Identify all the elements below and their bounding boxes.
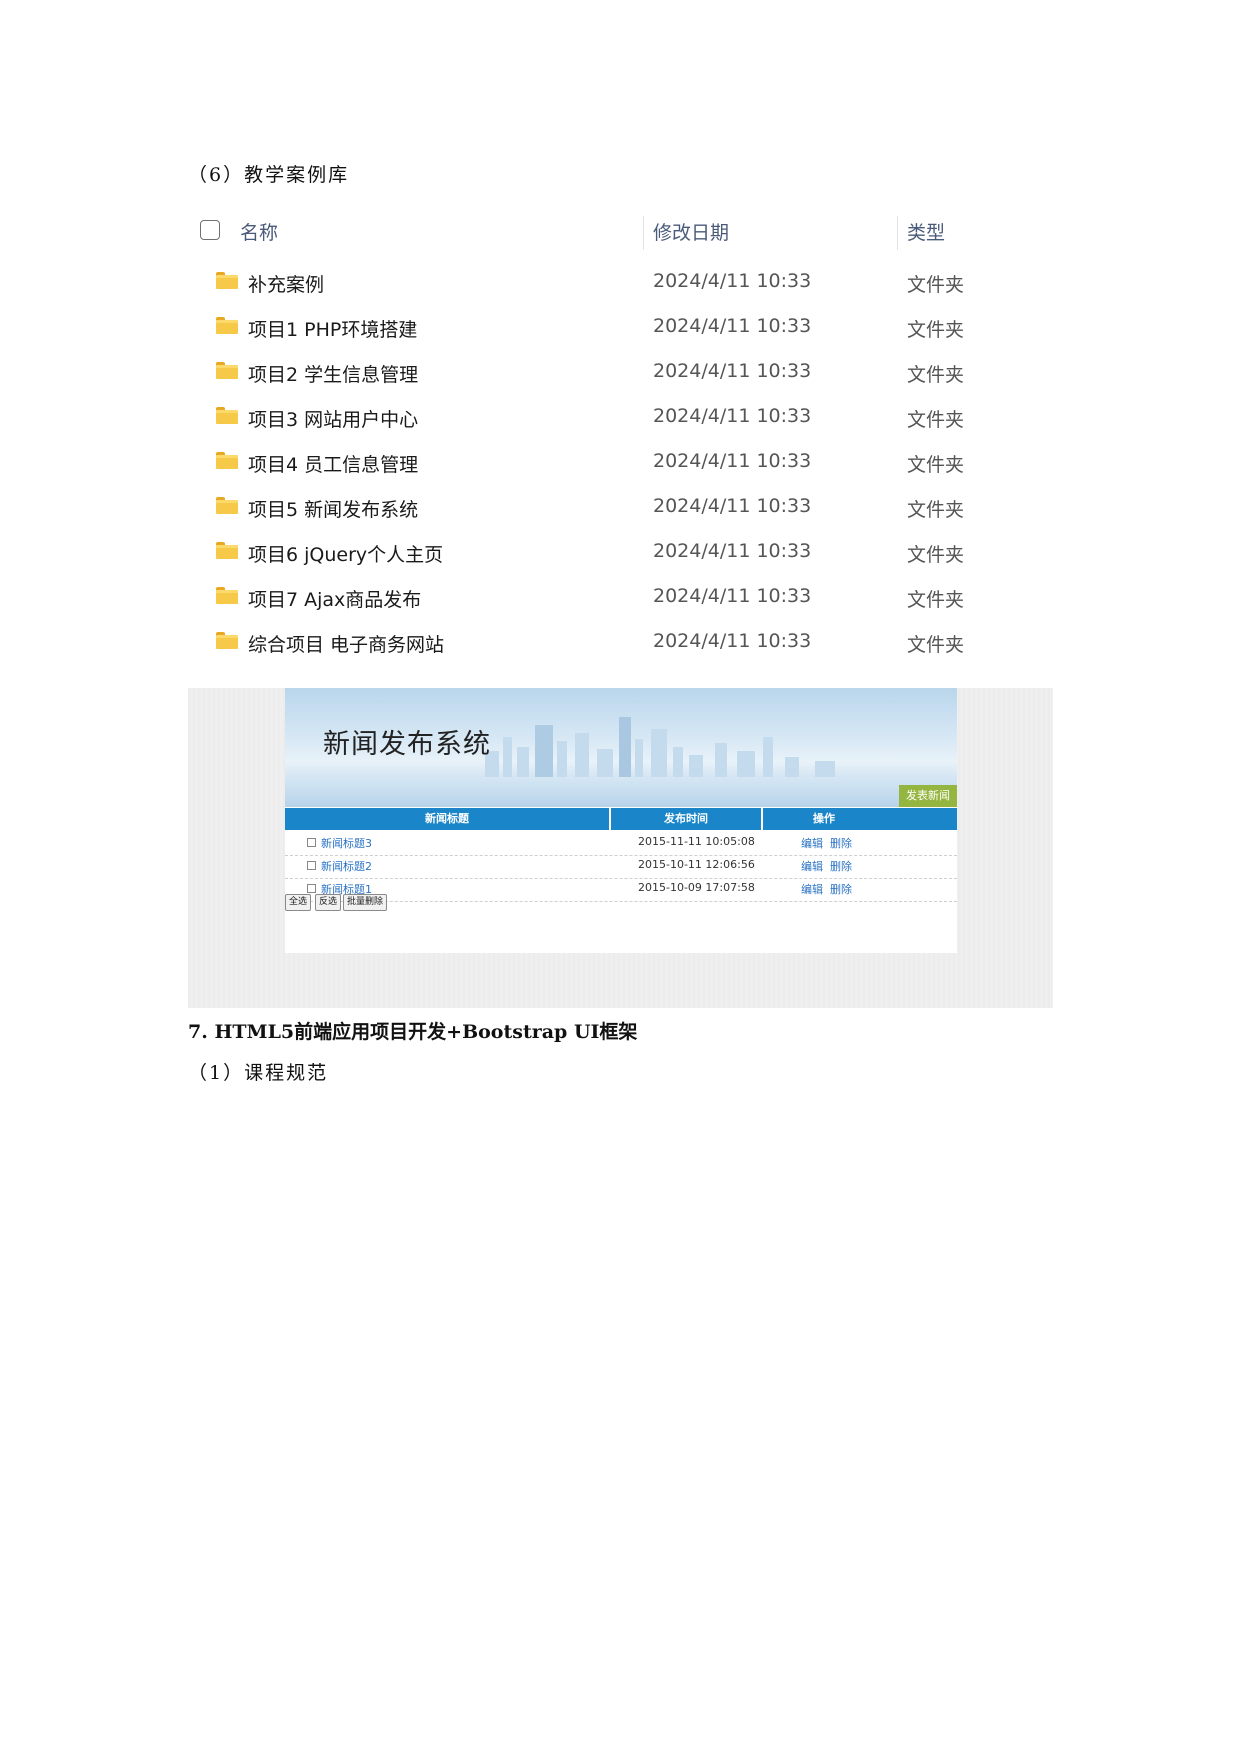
- delete-link[interactable]: 删除: [830, 881, 852, 897]
- section-heading-7: 7. HTML5前端应用项目开发+Bootstrap UI框架: [188, 1021, 638, 1043]
- news-time: 2015-10-09 17:07:58: [638, 881, 755, 894]
- file-row[interactable]: 项目1 PHP环境搭建 2024/4/11 10:33 文件夹: [188, 307, 1008, 347]
- subsection-heading: （1）课程规范: [188, 1062, 329, 1084]
- news-table-header: 新闻标题 发布时间 操作: [285, 808, 957, 830]
- file-date: 2024/4/11 10:33: [653, 585, 812, 607]
- file-row[interactable]: 项目5 新闻发布系统 2024/4/11 10:33 文件夹: [188, 487, 1008, 527]
- column-header-ops: 操作: [813, 812, 835, 825]
- folder-icon: [216, 272, 238, 289]
- select-all-button[interactable]: 全选: [285, 894, 312, 911]
- file-name: 综合项目 电子商务网站: [248, 634, 445, 656]
- folder-icon: [216, 317, 238, 334]
- file-name: 项目5 新闻发布系统: [248, 499, 419, 521]
- delete-link[interactable]: 删除: [830, 858, 852, 874]
- file-type: 文件夹: [907, 499, 965, 521]
- folder-icon: [216, 362, 238, 379]
- column-header-title: 新闻标题: [425, 812, 469, 825]
- folder-icon: [216, 542, 238, 559]
- folder-icon: [216, 407, 238, 424]
- folder-icon: [216, 452, 238, 469]
- file-row[interactable]: 项目7 Ajax商品发布 2024/4/11 10:33 文件夹: [188, 577, 1008, 617]
- file-type: 文件夹: [907, 589, 965, 611]
- news-time: 2015-10-11 12:06:56: [638, 858, 755, 871]
- row-checkbox[interactable]: [307, 861, 316, 870]
- file-date: 2024/4/11 10:33: [653, 315, 812, 337]
- file-type: 文件夹: [907, 544, 965, 566]
- invert-selection-button[interactable]: 反选: [315, 894, 342, 911]
- column-header-name[interactable]: 名称: [240, 218, 278, 245]
- row-checkbox[interactable]: [307, 838, 316, 847]
- file-name: 项目2 学生信息管理: [248, 364, 419, 386]
- file-row[interactable]: 项目2 学生信息管理 2024/4/11 10:33 文件夹: [188, 352, 1008, 392]
- column-header-date[interactable]: 修改日期: [653, 218, 729, 245]
- select-all-checkbox[interactable]: [200, 220, 220, 240]
- file-type: 文件夹: [907, 319, 965, 341]
- batch-delete-button[interactable]: 批量删除: [343, 894, 388, 911]
- news-title-link[interactable]: 新闻标题2: [321, 858, 372, 874]
- file-name: 补充案例: [248, 274, 325, 296]
- file-date: 2024/4/11 10:33: [653, 540, 812, 562]
- edit-link[interactable]: 编辑: [801, 835, 823, 851]
- file-date: 2024/4/11 10:33: [653, 405, 812, 427]
- news-app: 新闻发布系统 发表新闻 新闻标题 发布时间 操作 新闻标题3 2015-11-1…: [285, 688, 957, 953]
- folder-icon: [216, 497, 238, 514]
- edit-link[interactable]: 编辑: [801, 858, 823, 874]
- file-type: 文件夹: [907, 409, 965, 431]
- file-date: 2024/4/11 10:33: [653, 360, 812, 382]
- file-date: 2024/4/11 10:33: [653, 630, 812, 652]
- file-explorer-list: 名称 修改日期 类型 补充案例 2024/4/11 10:33 文件夹 项目1 …: [188, 198, 1008, 668]
- file-type: 文件夹: [907, 364, 965, 386]
- news-time: 2015-11-11 10:05:08: [638, 835, 755, 848]
- file-date: 2024/4/11 10:33: [653, 495, 812, 517]
- publish-news-button[interactable]: 发表新闻: [899, 785, 957, 807]
- row-checkbox[interactable]: [307, 884, 316, 893]
- file-date: 2024/4/11 10:33: [653, 270, 812, 292]
- file-date: 2024/4/11 10:33: [653, 450, 812, 472]
- column-separator[interactable]: [643, 216, 644, 250]
- city-banner: 新闻发布系统 发表新闻: [285, 688, 957, 807]
- file-name: 项目4 员工信息管理: [248, 454, 419, 476]
- file-type: 文件夹: [907, 454, 965, 476]
- file-name: 项目1 PHP环境搭建: [248, 319, 418, 341]
- file-name: 项目3 网站用户中心: [248, 409, 419, 431]
- column-separator[interactable]: [897, 216, 898, 250]
- file-row[interactable]: 项目3 网站用户中心 2024/4/11 10:33 文件夹: [188, 397, 1008, 437]
- news-title-link[interactable]: 新闻标题3: [321, 835, 372, 851]
- delete-link[interactable]: 删除: [830, 835, 852, 851]
- file-name: 项目6 jQuery个人主页: [248, 544, 444, 566]
- file-row[interactable]: 综合项目 电子商务网站 2024/4/11 10:33 文件夹: [188, 622, 1008, 662]
- file-name: 项目7 Ajax商品发布: [248, 589, 422, 611]
- news-system-screenshot: 新闻发布系统 发表新闻 新闻标题 发布时间 操作 新闻标题3 2015-11-1…: [188, 688, 1053, 1008]
- file-row[interactable]: 项目4 员工信息管理 2024/4/11 10:33 文件夹: [188, 442, 1008, 482]
- column-header-type[interactable]: 类型: [907, 218, 945, 245]
- banner-title: 新闻发布系统: [323, 729, 491, 760]
- section-heading-6: （6）教学案例库: [188, 164, 350, 186]
- file-row[interactable]: 补充案例 2024/4/11 10:33 文件夹: [188, 262, 1008, 302]
- explorer-header: 名称 修改日期 类型: [188, 198, 1008, 262]
- folder-icon: [216, 587, 238, 604]
- file-type: 文件夹: [907, 274, 965, 296]
- column-header-time: 发布时间: [664, 812, 708, 825]
- edit-link[interactable]: 编辑: [801, 881, 823, 897]
- file-type: 文件夹: [907, 634, 965, 656]
- file-row[interactable]: 项目6 jQuery个人主页 2024/4/11 10:33 文件夹: [188, 532, 1008, 572]
- folder-icon: [216, 632, 238, 649]
